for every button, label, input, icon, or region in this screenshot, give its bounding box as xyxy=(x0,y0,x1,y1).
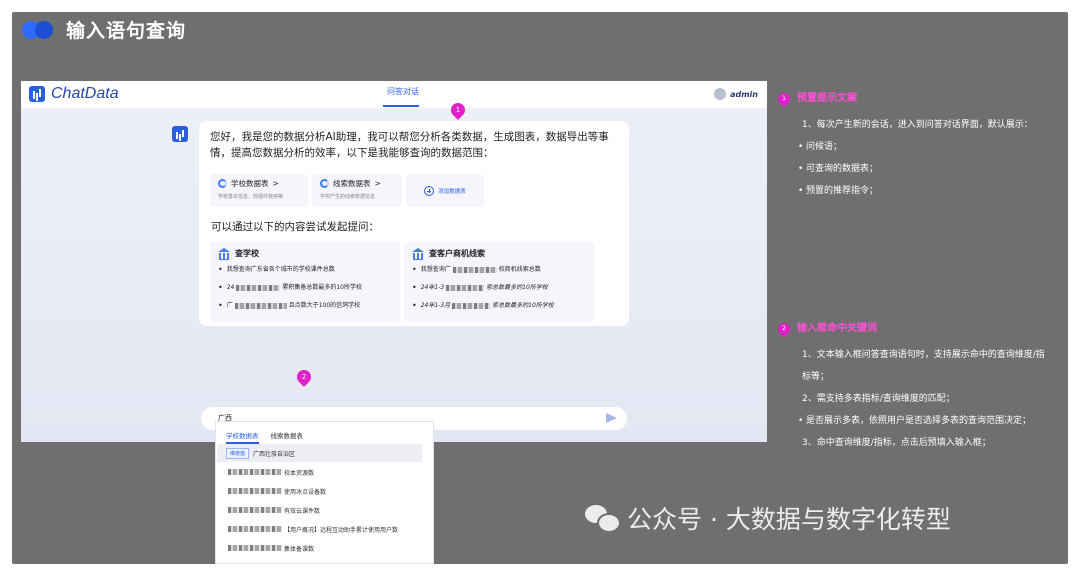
annotation-marker-icon: 2 xyxy=(775,320,793,338)
annotation-marker-1: 1 xyxy=(448,100,468,120)
plus-circle-icon xyxy=(424,185,435,196)
user-name: admin xyxy=(730,89,758,99)
note-line: 1、每次产生新的会话，进入到问答对话界面，默认展示： xyxy=(802,120,1033,130)
assistant-message: 您好，我是您的数据分析AI助理，我可以帮您分析各类数据，生成图表，数据导出等事情… xyxy=(199,121,629,326)
suggestion-dropdown: 学校数据表 线索数据表 维度值 广西壮族自治区 校本资源数 使用冰点设备数 有效… xyxy=(215,421,434,564)
note-bullet: 预置的推荐指令； xyxy=(778,180,1048,202)
dropdown-item-selected[interactable]: 维度值 广西壮族自治区 xyxy=(217,444,422,462)
note-line: 3、命中查询维度/指标，点击后预填入输入框； xyxy=(802,438,991,448)
tab-chat[interactable]: 问答对话 xyxy=(387,86,419,97)
note-bullet: 问候语； xyxy=(778,136,1048,158)
bank-icon xyxy=(218,248,230,260)
dropdown-item[interactable]: 集体备课数 xyxy=(217,539,422,557)
note-line: 1、文本输入框问答查询语句时，支持展示命中的查询维度/指标等； xyxy=(802,350,1045,382)
slide-title: 输入语句查询 xyxy=(66,20,187,42)
note-bullet: 是否展示多表，依照用户是否选择多表的查询范围决定； xyxy=(778,410,1048,432)
annotation-marker-2: 2 xyxy=(294,367,314,387)
note-line: 2、需支持多表指标/查询维度的匹配； xyxy=(802,394,955,404)
db-card-school[interactable]: 学校数据表 > 学校基本信息、软硬件使用等 xyxy=(210,174,308,207)
slide-header: 输入语句查询 xyxy=(22,16,186,43)
suggest-card-leads: 查客户商机线索 我想查询广校商机线索总数 24年1-3索总数最多的10所学校 2… xyxy=(404,242,594,322)
ask-prompt: 可以通过以下的内容尝试发起提问： xyxy=(211,221,379,233)
bank-icon xyxy=(412,248,424,260)
notes-panel: 1 预置提示文案 1、每次产生新的会话，进入到问答对话界面，默认展示： 问候语；… xyxy=(775,88,1048,454)
dropdown-item[interactable]: 有效云课件数 xyxy=(217,501,422,519)
app-brand-name: ChatData xyxy=(51,85,119,102)
table-icon xyxy=(218,179,227,188)
app-screenshot: ChatData 问答对话 admin 1 您好，我是您的数据分析AI助理，我可… xyxy=(21,81,767,564)
app-brand[interactable]: ChatData xyxy=(29,85,119,103)
note-heading-1: 1 预置提示文案 xyxy=(775,88,1048,110)
suggest-item[interactable]: 24年1-3月索总数最多的10所学校 xyxy=(412,302,586,309)
watermark: 公众号 · 大数据与数字化转型 xyxy=(585,500,951,536)
send-icon[interactable] xyxy=(606,413,617,423)
suggest-card-school: 查学校 我想查询广东省各个城市的学校课件总数 24累积集备总数最多的10所学校 … xyxy=(210,242,400,322)
user-menu[interactable]: admin xyxy=(714,88,758,100)
add-table-button[interactable]: 添加数据表 xyxy=(406,174,484,207)
suggest-item[interactable]: 24累积集备总数最多的10所学校 xyxy=(218,284,392,291)
assistant-avatar-icon xyxy=(172,126,188,142)
dropdown-item[interactable]: 使用冰点设备数 xyxy=(217,482,422,500)
suggest-item[interactable]: 24年1-3索总数最多的10所学校 xyxy=(412,284,586,291)
user-avatar-icon xyxy=(714,88,727,100)
dropdown-item[interactable]: 【用户概况】远程互动助手累计使用用户数 xyxy=(217,520,422,538)
dropdown-item[interactable]: 校本资源数 xyxy=(217,463,422,481)
app-topbar: ChatData 问答对话 admin xyxy=(21,81,767,108)
chatdata-logo-icon xyxy=(29,86,45,102)
note-bullet: 可查询的数据表； xyxy=(778,158,1048,180)
suggest-item[interactable]: 广且点数大于100的信鸽学校 xyxy=(218,302,392,309)
suggest-item[interactable]: 我想查询广东省各个城市的学校课件总数 xyxy=(218,266,392,273)
tab-active-indicator xyxy=(383,105,419,107)
brand-dots-icon xyxy=(22,19,56,41)
wechat-icon xyxy=(585,505,621,533)
db-card-leads[interactable]: 线索数据表 > 学校产生的线索数据信息 xyxy=(312,174,402,207)
dimension-tag: 维度值 xyxy=(226,447,250,459)
annotation-marker-icon: 1 xyxy=(775,90,793,108)
note-heading-2: 2 输入框命中关键词 xyxy=(775,318,1048,340)
dropdown-tab-school[interactable]: 学校数据表 xyxy=(226,430,259,444)
suggest-item[interactable]: 我想查询广校商机线索总数 xyxy=(412,266,586,273)
table-icon xyxy=(320,179,329,188)
greeting-text: 您好，我是您的数据分析AI助理，我可以帮您分析各类数据，生成图表，数据导出等事情… xyxy=(210,131,609,159)
dropdown-tab-leads[interactable]: 线索数据表 xyxy=(271,430,304,444)
